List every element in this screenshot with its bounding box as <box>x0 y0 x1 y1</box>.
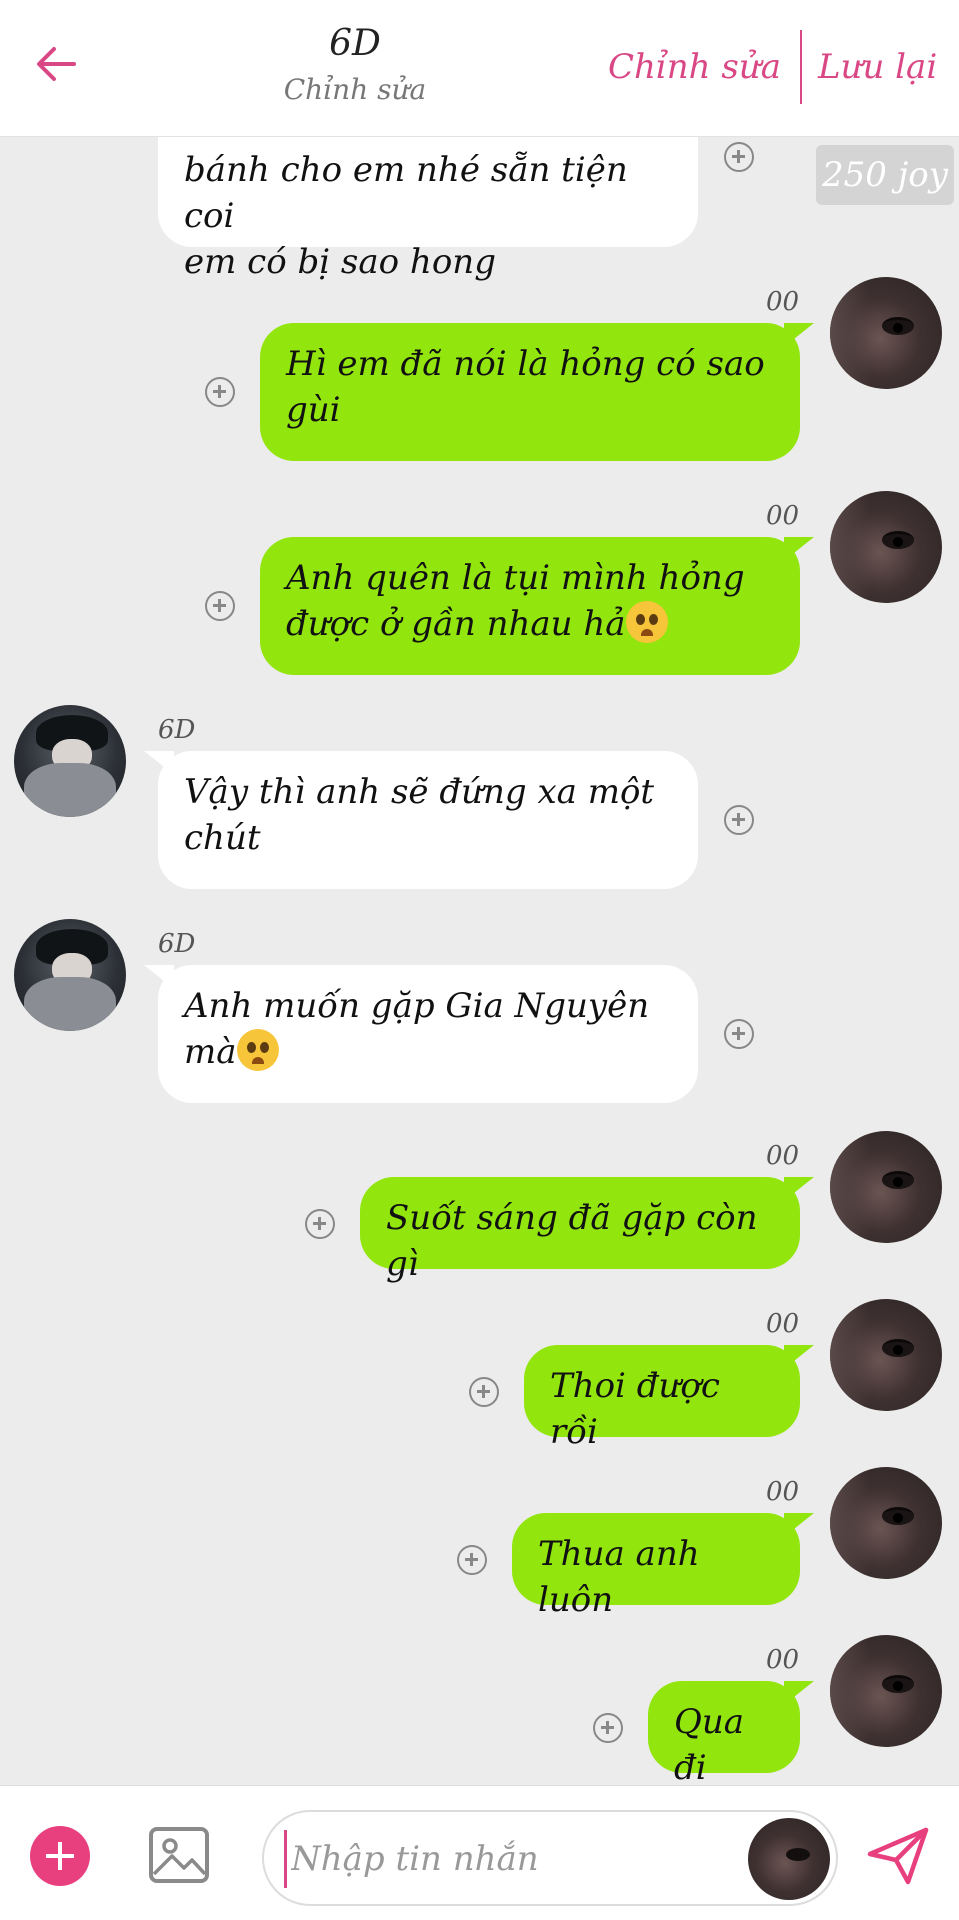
message-line: Vậy thì anh sẽ đứng xa một <box>184 772 655 812</box>
pleading-face-icon <box>236 1029 279 1071</box>
message-bubble-outgoing[interactable]: Hì em đã nói là hỏng có sao gùi <box>260 323 814 461</box>
sneezing-face-icon <box>625 601 668 643</box>
title-block: 6D Chỉnh sửa <box>250 18 460 110</box>
edit-button[interactable]: Chỉnh sửa <box>608 42 781 92</box>
message-bubble-outgoing[interactable]: Thoi được rồi <box>524 1345 814 1452</box>
add-reaction-icon[interactable] <box>205 591 235 621</box>
sender-name: 00 <box>766 1309 800 1339</box>
message-line: Suốt sáng đã gặp còn gì <box>386 1198 758 1284</box>
message-line: được ở gần nhau hả <box>286 601 774 647</box>
avatar[interactable] <box>830 1299 942 1411</box>
save-button[interactable]: Lưu lại <box>818 42 937 92</box>
message-line: Hì em đã nói là hỏng có sao <box>286 344 765 384</box>
sender-name: 00 <box>766 501 800 531</box>
send-icon <box>867 1827 929 1885</box>
image-button[interactable] <box>148 1826 210 1884</box>
message-line: Anh muốn gặp Gia Nguyên <box>184 986 650 1026</box>
sender-name: 6D <box>158 929 196 959</box>
joy-badge: 250 joy <box>816 145 954 205</box>
message-bubble-incoming[interactable]: Anh muốn gặp Gia Nguyên mà <box>144 965 698 1103</box>
avatar[interactable] <box>14 919 126 1031</box>
message-line: Thua anh luôn <box>538 1534 700 1620</box>
avatar[interactable] <box>830 1467 942 1579</box>
avatar[interactable] <box>830 1131 942 1243</box>
add-reaction-icon[interactable] <box>724 1019 754 1049</box>
message-bubble-outgoing[interactable]: Anh quên là tụi mình hỏng được ở gần nha… <box>260 537 814 675</box>
message-line: mà <box>184 1029 672 1075</box>
message-text: mà <box>184 1032 237 1072</box>
add-reaction-icon[interactable] <box>305 1209 335 1239</box>
add-reaction-icon[interactable] <box>457 1545 487 1575</box>
message-line: Qua đi <box>674 1702 745 1785</box>
back-button[interactable] <box>28 36 84 92</box>
add-reaction-icon[interactable] <box>205 377 235 407</box>
add-reaction-icon[interactable] <box>724 142 754 172</box>
message-bubble-outgoing[interactable]: Thua anh luôn <box>512 1513 814 1620</box>
message-line: bánh cho em nhé sẵn tiện coi <box>184 150 628 236</box>
sender-name: 00 <box>766 287 800 317</box>
message-bubble-incoming[interactable]: Vậy thì anh sẽ đứng xa một chút <box>144 751 698 889</box>
message-bubble-outgoing[interactable]: Qua đi <box>648 1681 814 1785</box>
chat-subtitle: Chỉnh sửa <box>283 73 427 106</box>
message-text: được ở gần nhau hả <box>286 604 626 644</box>
message-line: Thoi được rồi <box>550 1366 720 1452</box>
avatar[interactable] <box>14 705 126 817</box>
message-bubble-outgoing[interactable]: Suốt sáng đã gặp còn gì <box>360 1177 814 1284</box>
sender-name: 00 <box>766 1477 800 1507</box>
message-list[interactable]: 250 joy bánh cho em nhé sẵn tiện coi em … <box>0 137 959 1785</box>
message-input-box[interactable] <box>262 1810 838 1906</box>
identity-avatar[interactable] <box>748 1818 830 1900</box>
message-line: chút <box>184 818 261 858</box>
chat-header: 6D Chỉnh sửa Chỉnh sửa Lưu lại <box>0 0 959 137</box>
add-button[interactable] <box>30 1826 90 1886</box>
message-line: gùi <box>286 390 341 430</box>
image-icon <box>149 1827 209 1883</box>
add-reaction-icon[interactable] <box>724 805 754 835</box>
message-line: em có bị sao hong <box>184 242 496 282</box>
composer-bar <box>0 1785 959 1920</box>
message-line: Anh quên là tụi mình hỏng <box>286 558 745 598</box>
sender-name: 00 <box>766 1645 800 1675</box>
chat-title: 6D <box>329 23 381 64</box>
sender-name: 6D <box>158 715 196 745</box>
sender-name: 00 <box>766 1141 800 1171</box>
add-reaction-icon[interactable] <box>469 1377 499 1407</box>
avatar[interactable] <box>830 1635 942 1747</box>
message-bubble-incoming[interactable]: bánh cho em nhé sẵn tiện coi em có bị sa… <box>158 137 698 282</box>
message-input[interactable] <box>284 1830 724 1888</box>
avatar[interactable] <box>830 277 942 389</box>
arrow-left-icon <box>37 47 76 81</box>
add-reaction-icon[interactable] <box>593 1713 623 1743</box>
send-button[interactable] <box>866 1826 930 1886</box>
header-divider <box>800 30 802 104</box>
avatar[interactable] <box>830 491 942 603</box>
